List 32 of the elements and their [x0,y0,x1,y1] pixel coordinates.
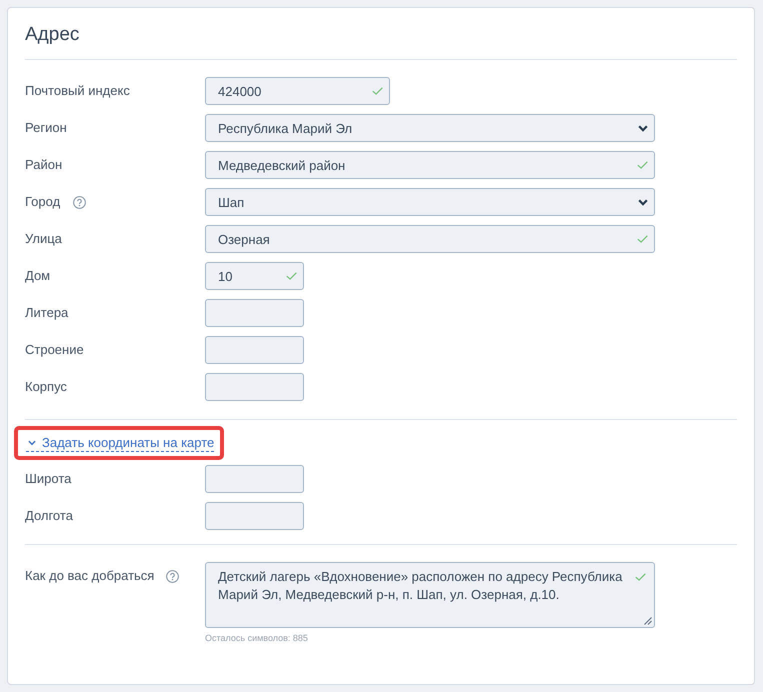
textarea-field[interactable]: Детский лагерь «Вдохновение» расположен по адресу Республика Марий Эл, Медведевский р-н, п. Шап, ул. Озерная, д.10. [205,562,655,628]
field-label: Долгота [25,507,73,525]
dropdown[interactable]: Республика Марий Эл [205,114,655,142]
text-field[interactable] [205,336,304,364]
text-field[interactable] [205,465,304,493]
text-field[interactable]: Медведевский район [205,151,655,179]
chevron-down-icon [638,198,648,206]
field-label: Корпус [25,378,67,396]
field-label: Широта [25,470,72,488]
field-label: Район [25,156,62,174]
section-title: Адрес [25,23,80,47]
help-icon[interactable] [73,196,86,208]
text-field[interactable]: Озерная [205,225,655,253]
resize-grip-icon[interactable] [644,617,652,625]
text-field[interactable] [205,373,304,401]
help-icon[interactable] [166,570,180,582]
coordinates-link[interactable]: Задать координаты на карте [26,434,214,452]
chevron-down-icon [638,124,648,132]
field-label: Строение [25,341,84,359]
text-field[interactable]: 424000 [205,77,390,105]
field-label: Город [25,193,60,211]
field-label: Литера [25,304,68,322]
field-label: Как до вас добраться [25,567,154,585]
text-field[interactable]: 10 [205,262,304,290]
character-counter: Осталось символов: 885 [205,632,308,644]
field-label: Дом [25,267,50,285]
field-label: Улица [25,230,62,248]
field-label: Почтовый индекс [25,82,130,100]
field-label: Регион [25,119,67,137]
text-field[interactable] [205,299,304,327]
dropdown[interactable]: Шап [205,188,655,216]
text-field[interactable] [205,502,304,530]
